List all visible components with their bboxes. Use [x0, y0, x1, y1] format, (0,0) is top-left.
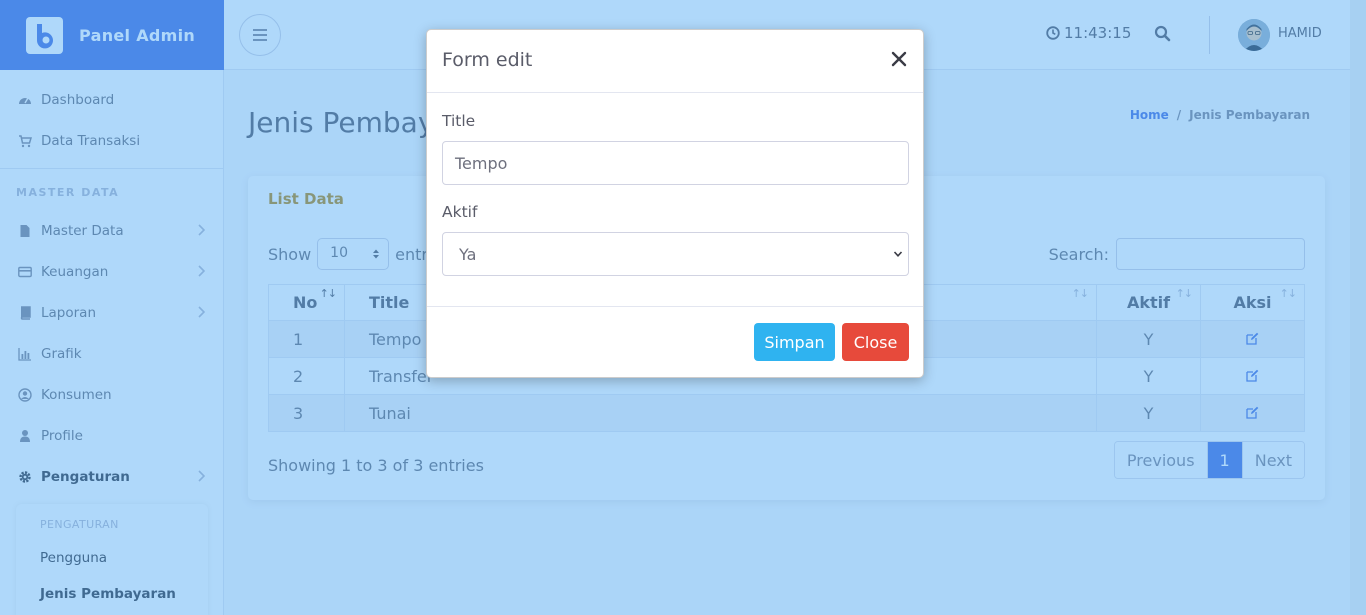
simpan-button[interactable]: Simpan: [754, 323, 835, 361]
aktif-selected-value: Ya: [459, 244, 477, 264]
title-field-label: Title: [442, 112, 476, 130]
chevron-down-icon: [893, 251, 903, 257]
modal-title: Form edit: [442, 49, 533, 71]
aktif-field-label: Aktif: [442, 203, 478, 221]
modal-header: Form edit: [427, 30, 923, 93]
aktif-select[interactable]: Ya: [442, 232, 909, 276]
close-button[interactable]: Close: [842, 323, 909, 361]
title-input[interactable]: Tempo: [442, 141, 909, 185]
modal-footer-divider: [427, 306, 923, 307]
close-icon[interactable]: [891, 49, 907, 69]
form-edit-modal: Form edit Title Tempo Aktif Ya Simpan Cl…: [426, 29, 924, 378]
